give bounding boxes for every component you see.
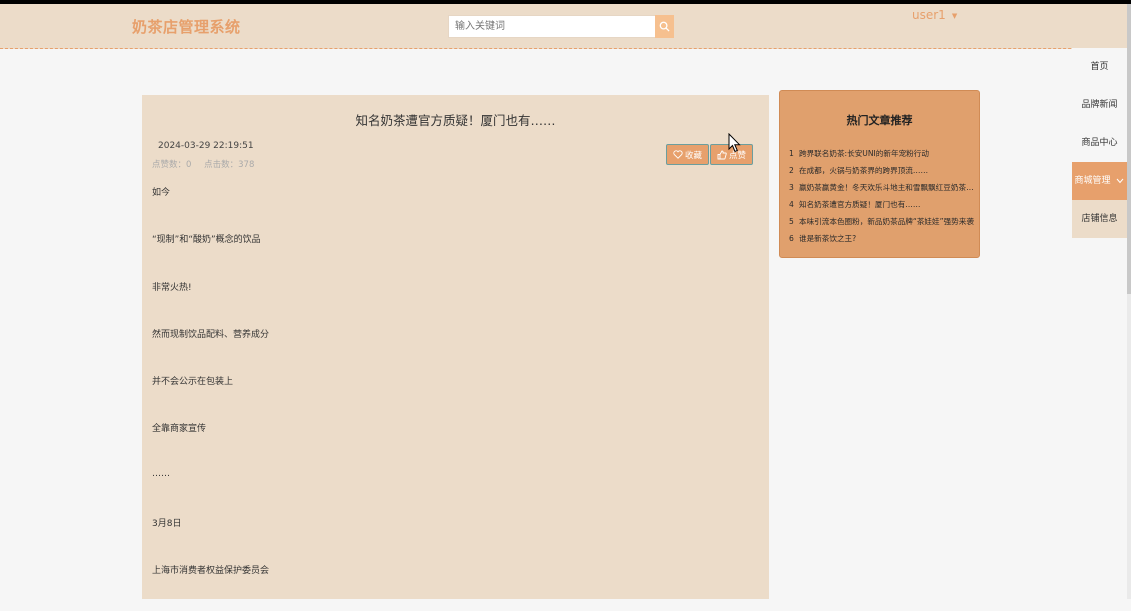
nav-item-store-info[interactable]: 店铺信息 — [1072, 200, 1127, 238]
article-paragraph: “现制”和“酸奶”概念的饮品 — [152, 235, 261, 246]
search-input[interactable] — [448, 15, 658, 38]
hot-article-item[interactable]: 1 跨界联名奶茶:长安UNI的新年宠粉行动 — [789, 148, 974, 165]
article-paragraph: 然而现制饮品配料、营养成分 — [152, 329, 270, 340]
username: user1 — [912, 8, 946, 22]
article-paragraph: …… — [152, 468, 170, 479]
hot-articles-list: 1 跨界联名奶茶:长安UNI的新年宠粉行动 2 在成都，火锅与奶茶界的跨界顶流…… … — [789, 148, 974, 250]
scrollbar-thumb[interactable] — [1127, 4, 1131, 294]
hot-article-item[interactable]: 5 本味引流本色圈粉，新品奶茶品牌“茶娃娃”强势来袭 — [789, 216, 974, 233]
hot-articles-panel: 热门文章推荐 1 跨界联名奶茶:长安UNI的新年宠粉行动 2 在成都，火锅与奶茶界的… — [779, 90, 980, 258]
nav-item-product-center[interactable]: 商品中心 — [1072, 124, 1127, 162]
article-paragraph: 3月8日 — [152, 519, 182, 530]
article-paragraph: 上海市消费者权益保护委员会 — [152, 566, 270, 577]
article-panel: 知名奶茶遭官方质疑！厦门也有…… 2024-03-29 22:19:51 点赞数… — [142, 95, 769, 599]
heart-icon — [673, 150, 683, 159]
mouse-cursor-icon — [728, 133, 741, 153]
collect-button[interactable]: 收藏 — [666, 144, 709, 165]
site-logo[interactable]: 奶茶店管理系统 — [132, 16, 241, 37]
nav-item-mall-management[interactable]: 商城管理 — [1072, 162, 1127, 200]
thumbs-up-icon — [717, 150, 727, 159]
hot-article-item[interactable]: 4 知名奶茶遭官方质疑！厦门也有…… — [789, 199, 974, 216]
header: 奶茶店管理系统 user1 ▼ — [0, 4, 1131, 49]
hot-article-item[interactable]: 6 谁是新茶饮之王? — [789, 233, 974, 250]
scrollbar[interactable] — [1127, 4, 1131, 599]
article-paragraph: 非常火热! — [152, 282, 192, 293]
article-title: 知名奶茶遭官方质疑！厦门也有…… — [355, 113, 556, 128]
article-paragraph: 如今 — [152, 188, 171, 198]
article-paragraph: 全靠商家宣传 — [152, 424, 207, 435]
clicks-count: 点击数：378 — [204, 160, 255, 170]
article-date: 2024-03-29 22:19:51 — [158, 141, 254, 151]
hot-article-item[interactable]: 3 赢奶茶赢黄金！冬天欢乐斗地主和雪飘飘红豆奶茶更配哦 — [789, 182, 974, 199]
side-nav: 首页 品牌新闻 商品中心 商城管理 店铺信息 — [1072, 48, 1127, 238]
chevron-down-icon — [1117, 178, 1124, 183]
search-button[interactable] — [655, 15, 674, 38]
article-body: 如今 “现制”和“酸奶”概念的饮品 非常火热! 然而现制饮品配料、营养成分 并不… — [152, 185, 269, 611]
user-menu[interactable]: user1 ▼ — [912, 8, 957, 22]
nav-item-label: 商城管理 — [1074, 176, 1111, 186]
caret-down-icon: ▼ — [951, 11, 958, 20]
article-meta: 点赞数：0 点击数：378 — [152, 158, 264, 170]
hot-article-item[interactable]: 2 在成都，火锅与奶茶界的跨界顶流…… — [789, 165, 974, 182]
nav-item-brand-news[interactable]: 品牌新闻 — [1072, 86, 1127, 124]
search-icon — [659, 21, 670, 32]
nav-item-home[interactable]: 首页 — [1072, 48, 1127, 86]
collect-label: 收藏 — [684, 150, 702, 161]
article-paragraph: 并不会公示在包装上 — [152, 377, 234, 388]
hot-articles-title: 热门文章推荐 — [846, 114, 913, 127]
likes-count: 点赞数：0 — [152, 160, 192, 170]
search-bar — [448, 15, 674, 38]
